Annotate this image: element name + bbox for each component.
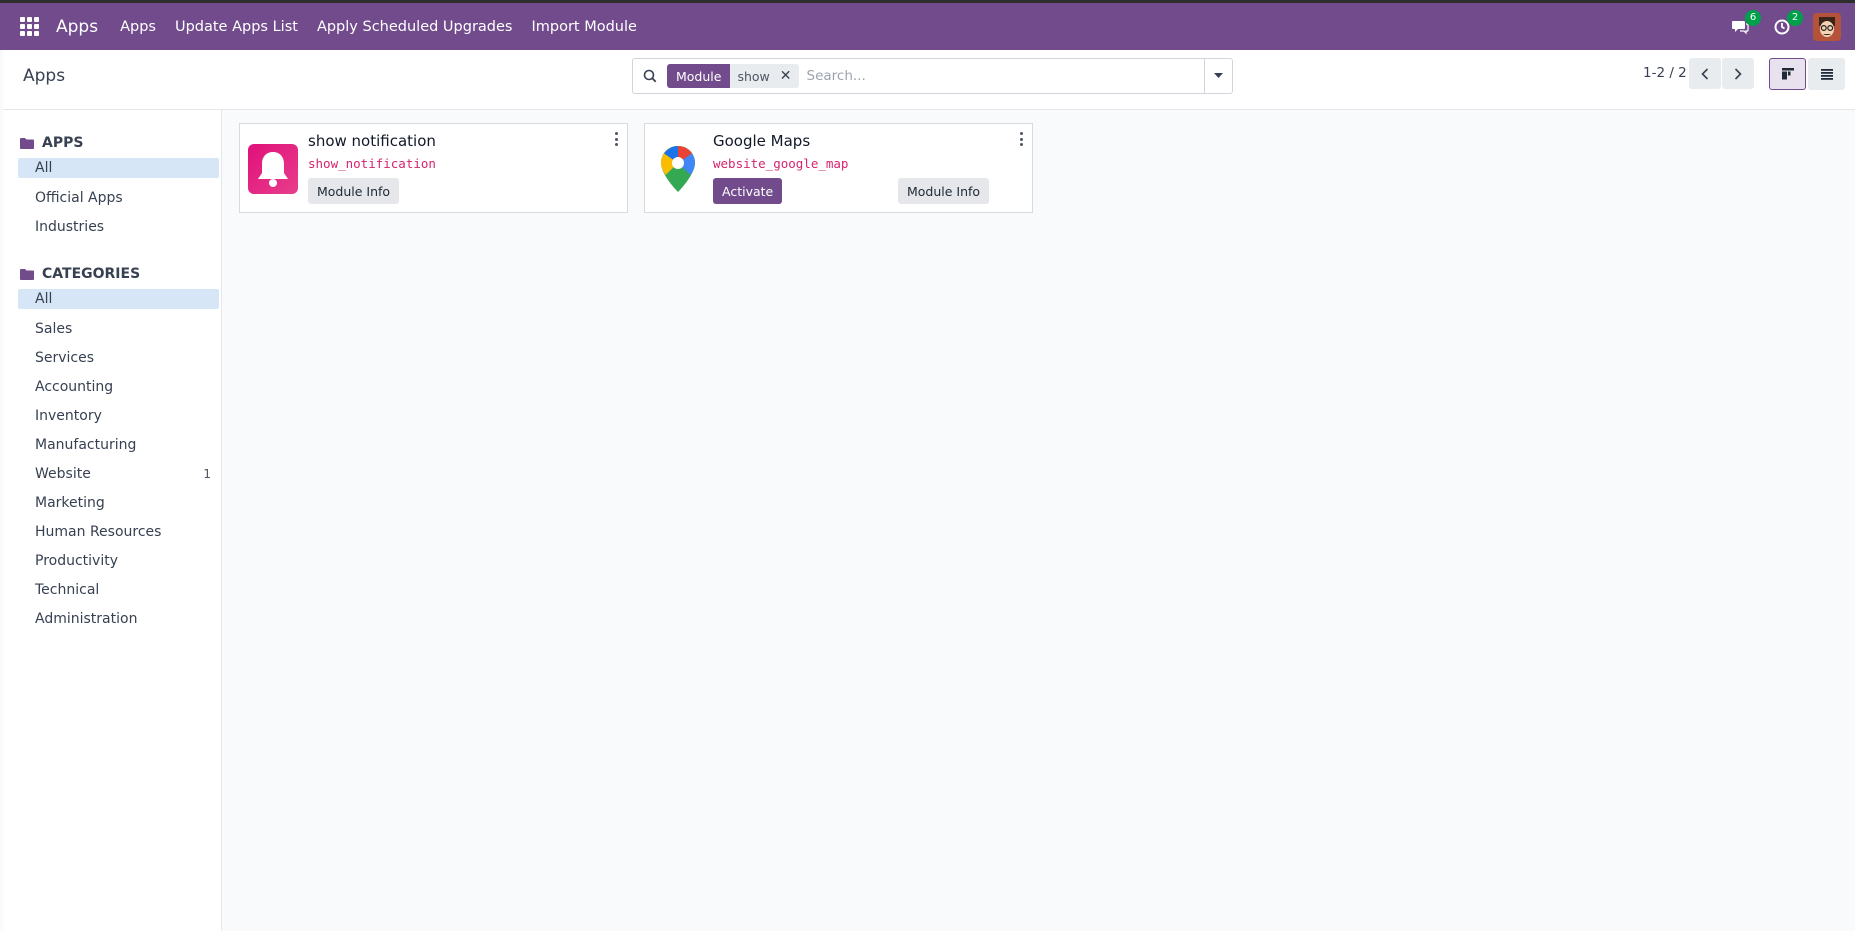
bell-icon [248, 144, 298, 194]
sidebar-item-categories-all[interactable]: All [18, 289, 219, 309]
sidebar-item-label: All [35, 160, 53, 176]
sidebar-item-label: Technical [35, 581, 100, 598]
activities-button[interactable]: 2 [1771, 9, 1803, 38]
map-pin-icon [653, 144, 703, 194]
sidebar-item-sales[interactable]: Sales [18, 314, 219, 343]
search-input[interactable] [806, 68, 1204, 84]
folder-icon [20, 137, 34, 149]
menu-update-apps-list[interactable]: Update Apps List [175, 19, 298, 35]
activities-count-badge: 2 [1787, 9, 1803, 26]
facet-value: show [737, 68, 770, 84]
top-navbar: Apps Apps Update Apps List Apply Schedul… [0, 0, 1855, 50]
control-panel: Apps Module show ✕ 1-2 / 2 [3, 50, 1855, 110]
sidebar-item-label: Administration [35, 610, 138, 627]
app-brand[interactable]: Apps [56, 17, 98, 37]
apps-section-header: APPS [3, 132, 221, 154]
module-card[interactable]: Google Maps website_google_map Activate … [644, 123, 1033, 213]
search-icon[interactable] [633, 69, 667, 83]
sidebar-item-label: Productivity [35, 552, 118, 569]
sidebar-item-productivity[interactable]: Productivity [18, 546, 219, 575]
sidebar-item-accounting[interactable]: Accounting [18, 372, 219, 401]
list-icon [1820, 69, 1833, 80]
sidebar-item-official-apps[interactable]: Official Apps [18, 183, 219, 212]
module-title: Google Maps [713, 132, 811, 150]
sidebar-item-industries[interactable]: Industries [18, 212, 219, 241]
sidebar-item-inventory[interactable]: Inventory [18, 401, 219, 430]
sidebar-item-label: Manufacturing [35, 436, 137, 453]
module-card[interactable]: show notification show_notification Modu… [239, 123, 628, 213]
sidebar-item-label: Official Apps [35, 189, 123, 206]
kanban-area: show notification show_notification Modu… [223, 110, 1855, 931]
sidebar-item-label: Human Resources [35, 523, 162, 540]
sidebar-item-administration[interactable]: Administration [18, 604, 219, 633]
module-info-button[interactable]: Module Info [308, 178, 400, 204]
module-technical-name: website_google_map [713, 156, 849, 171]
app-switcher-icon[interactable] [20, 16, 40, 37]
categories-section-title: CATEGORIES [42, 266, 141, 282]
caret-down-icon [1214, 73, 1223, 78]
sidebar-item-technical[interactable]: Technical [18, 575, 219, 604]
sidebar-item-label: Website [35, 465, 91, 482]
chevron-left-icon [1701, 67, 1709, 80]
facet-label: Module [667, 64, 731, 88]
pager-next-button[interactable] [1722, 58, 1754, 89]
pager-value[interactable]: 1-2 / 2 [1643, 65, 1687, 81]
sidebar-item-label: Sales [35, 320, 73, 337]
menu-apps[interactable]: Apps [120, 19, 156, 35]
chevron-right-icon [1734, 67, 1742, 80]
search-options-toggle[interactable] [1204, 59, 1232, 93]
kebab-menu-icon[interactable] [613, 132, 619, 146]
sidebar-item-label: Marketing [35, 494, 105, 511]
kebab-menu-icon[interactable] [1018, 132, 1024, 146]
sidebar-item-human-resources[interactable]: Human Resources [18, 517, 219, 546]
messages-count-badge: 6 [1745, 9, 1761, 26]
search-facet: Module show ✕ [667, 64, 799, 88]
activate-button[interactable]: Activate [713, 178, 783, 204]
breadcrumb: Apps [23, 66, 66, 86]
apps-section: APPS All Official Apps Industries [3, 132, 221, 241]
module-info-button[interactable]: Module Info [898, 178, 990, 204]
list-view-button[interactable] [1808, 58, 1845, 90]
sidebar-item-marketing[interactable]: Marketing [18, 488, 219, 517]
sidebar-item-apps-all[interactable]: All [18, 158, 219, 178]
module-technical-name: show_notification [308, 156, 436, 171]
facet-remove-icon[interactable]: ✕ [780, 68, 792, 84]
user-avatar[interactable] [1813, 12, 1841, 41]
category-sidebar: APPS All Official Apps Industries CATEGO… [3, 110, 222, 931]
sidebar-item-label: Services [35, 349, 95, 366]
menu-import-module[interactable]: Import Module [531, 19, 636, 35]
kanban-view-button[interactable] [1769, 58, 1806, 90]
pager-previous-button[interactable] [1689, 58, 1721, 89]
sidebar-item-count: 1 [203, 466, 211, 481]
facet-value-wrap: show ✕ [730, 64, 799, 88]
menu-apply-scheduled-upgrades[interactable]: Apply Scheduled Upgrades [317, 19, 513, 35]
messages-button[interactable]: 6 [1729, 9, 1761, 38]
sidebar-item-website[interactable]: Website 1 [18, 459, 219, 488]
categories-section-header: CATEGORIES [3, 263, 221, 285]
sidebar-item-label: Industries [35, 218, 105, 235]
sidebar-item-services[interactable]: Services [18, 343, 219, 372]
search-bar: Module show ✕ [632, 58, 1233, 94]
folder-icon [20, 268, 34, 280]
categories-section: CATEGORIES All Sales Services Accounting… [3, 263, 221, 633]
sidebar-item-label: Inventory [35, 407, 102, 424]
kanban-icon [1781, 68, 1794, 80]
sidebar-item-label: All [35, 291, 53, 307]
sidebar-item-manufacturing[interactable]: Manufacturing [18, 430, 219, 459]
apps-section-title: APPS [42, 135, 84, 151]
module-title: show notification [308, 132, 436, 150]
sidebar-item-label: Accounting [35, 378, 114, 395]
